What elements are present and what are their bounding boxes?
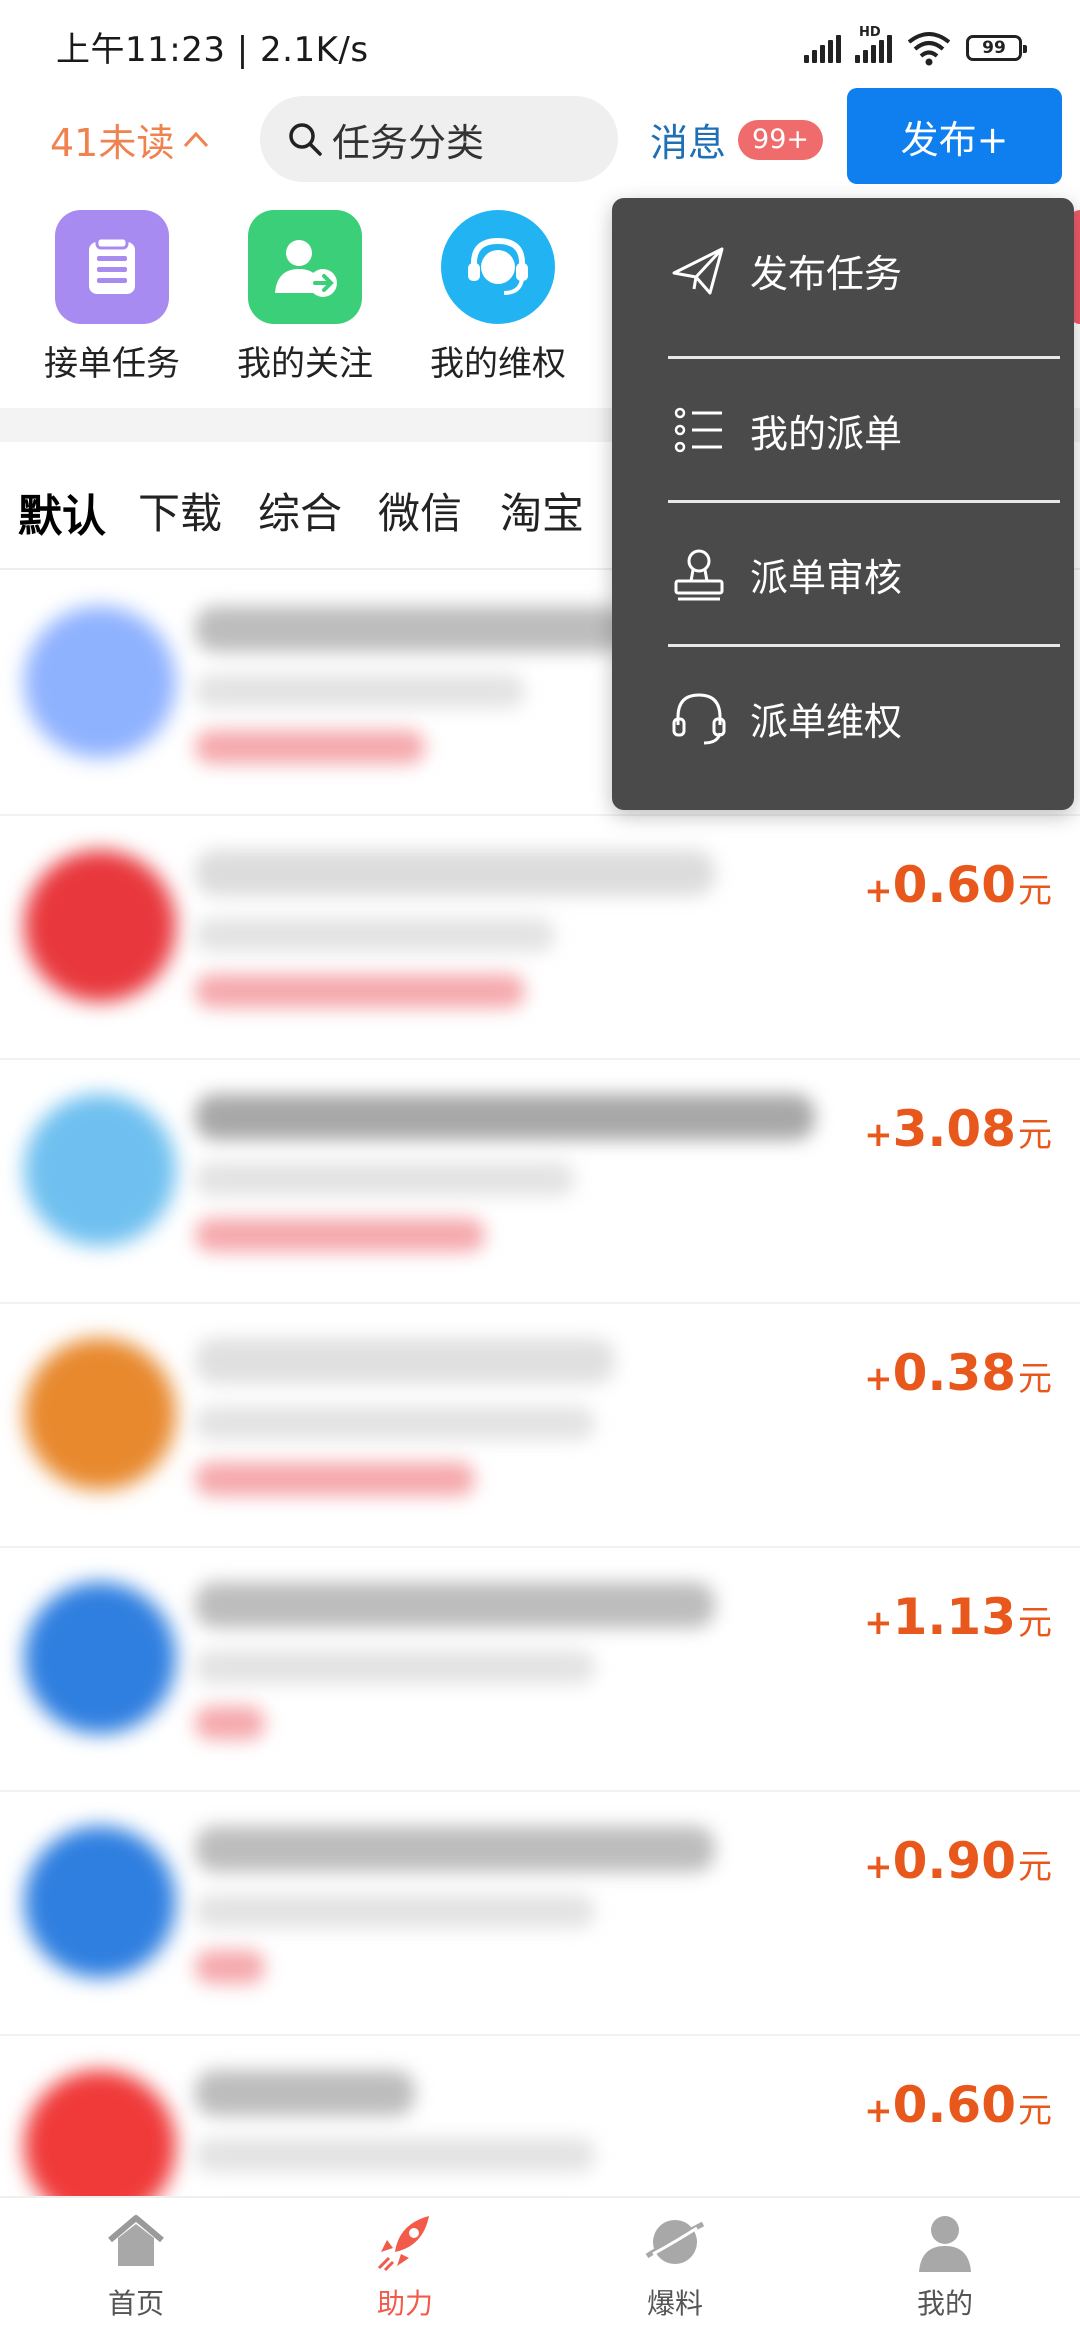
task-desc-blurred [195,2138,595,2172]
task-item[interactable]: + 1.13 元 [0,1546,1080,1792]
search-placeholder: 任务分类 [332,120,485,165]
wifi-icon [907,32,951,66]
home-icon [108,2215,164,2266]
signal-icon [804,33,841,63]
tab-taobao[interactable]: 淘宝 [500,480,584,541]
unread-toggle[interactable]: 41未读 [50,112,212,167]
task-avatar [24,1582,176,1734]
menu-item-my-dispatch[interactable]: 我的派单 [668,358,1060,502]
nav-discover[interactable]: 爆料 [575,2208,775,2322]
task-reward: + 0.38 元 [864,1344,1052,1402]
quick-label: 我的维权 [430,344,566,384]
menu-label: 发布任务 [750,251,903,296]
quick-item-rights[interactable]: 我的维权 [408,210,588,385]
paper-plane-icon [672,247,724,295]
unread-label: 41未读 [50,121,175,165]
task-item[interactable]: + 0.38 元 [0,1302,1080,1548]
tab-general[interactable]: 综合 [258,480,342,541]
clipboard-icon [55,210,169,324]
status-time-speed: 上午11:23 | 2.1K/s [56,30,369,70]
task-item[interactable]: + 0.60 元 [0,814,1080,1060]
task-reward: + 1.13 元 [864,1588,1052,1646]
task-desc-blurred [195,1162,575,1196]
tab-default[interactable]: 默认 [18,480,106,544]
task-tag-blurred [195,1462,475,1496]
nav-boost[interactable]: 助力 [305,2208,505,2322]
publish-button[interactable]: 发布+ [847,88,1062,184]
nav-label: 爆料 [646,2287,703,2320]
task-tag-blurred [195,730,425,764]
task-desc-blurred [195,1650,595,1684]
task-reward: + 0.60 元 [864,856,1052,914]
user-follow-icon [248,210,362,324]
task-avatar [24,606,176,758]
nav-home[interactable]: 首页 [36,2208,236,2322]
task-item[interactable]: + 0.90 元 [0,1790,1080,2036]
task-title-blurred [195,1582,715,1628]
battery-icon: 99 [966,35,1027,61]
task-item[interactable]: + 3.08 元 [0,1058,1080,1304]
task-tag-blurred [195,1218,485,1252]
task-tag-blurred [195,974,525,1008]
signal-hd-icon: HD [855,25,892,63]
bottom-nav: 首页 助力 爆料 我的 [0,2196,1080,2342]
status-icons: HD 99 [804,25,1027,70]
tab-wechat[interactable]: 微信 [378,480,462,541]
quick-label: 我的关注 [237,344,373,384]
task-title-blurred [195,1094,815,1140]
task-reward: + 0.90 元 [864,1832,1052,1890]
chevron-up-icon [184,131,209,147]
nav-label: 助力 [376,2287,433,2320]
task-avatar [24,1094,176,1246]
nav-label: 我的 [916,2287,973,2320]
task-title-blurred [195,606,625,652]
headset-icon [672,693,726,745]
menu-label: 派单审核 [750,555,903,600]
menu-item-publish-task[interactable]: 发布任务 [668,198,1060,342]
quick-item-follow[interactable]: 我的关注 [215,210,395,385]
headset-icon [441,210,555,324]
planet-icon [645,2220,705,2264]
profile-icon [919,2216,971,2272]
task-desc-blurred [195,1894,595,1928]
menu-item-dispatch-review[interactable]: 派单审核 [668,502,1060,646]
task-avatar [24,850,176,1002]
task-title-blurred [195,850,715,896]
tab-download[interactable]: 下载 [138,480,222,541]
task-title-blurred [195,2070,415,2116]
menu-item-dispatch-rights[interactable]: 派单维权 [668,646,1060,790]
quick-label: 接单任务 [44,344,180,384]
menu-label: 派单维权 [750,699,903,744]
list-icon [674,407,722,453]
top-header: 41未读 任务分类 消息 99+ 发布+ [0,88,1080,190]
stamp-icon [674,549,724,601]
publish-dropdown-menu: 发布任务 我的派单 派单审核 派单维权 [612,198,1074,810]
quick-item-accept-task[interactable]: 接单任务 [22,210,202,385]
task-desc-blurred [195,1406,595,1440]
task-reward: + 0.60 元 [864,2076,1052,2134]
task-tag-blurred [195,1950,265,1984]
nav-label: 首页 [107,2287,164,2320]
task-desc-blurred [195,674,525,708]
task-reward: + 3.08 元 [864,1100,1052,1158]
task-title-blurred [195,1826,715,1872]
menu-label: 我的派单 [750,411,903,456]
nav-mine[interactable]: 我的 [845,2208,1045,2322]
task-title-blurred [195,1338,615,1384]
rocket-icon [377,2216,429,2272]
task-avatar [24,1338,176,1490]
task-avatar [24,1826,176,1978]
messages-link[interactable]: 消息 99+ [650,112,823,167]
task-tag-blurred [195,1706,265,1740]
status-bar: 上午11:23 | 2.1K/s HD 99 [0,0,1080,90]
search-bar[interactable]: 任务分类 [260,96,618,182]
messages-label: 消息 [650,121,727,165]
messages-badge: 99+ [738,119,823,160]
search-icon [289,123,322,156]
task-desc-blurred [195,918,555,952]
